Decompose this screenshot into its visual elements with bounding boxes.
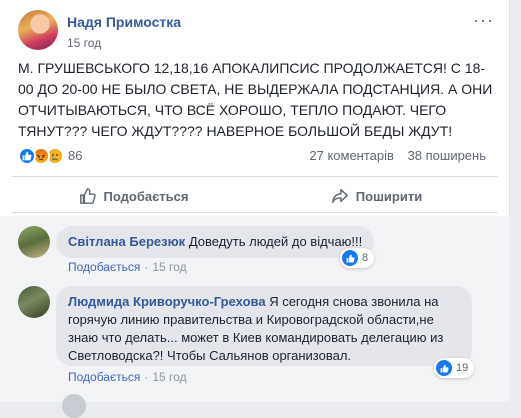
divider (12, 176, 498, 177)
comment-avatar[interactable] (18, 226, 50, 258)
comment-author[interactable]: Світлана Березюк (68, 234, 185, 249)
reactions-count[interactable]: 86 (68, 148, 82, 163)
comment-meta: Подобається · 15 год (68, 370, 187, 384)
more-options-icon[interactable]: ··· (473, 10, 494, 31)
post-card: Надя Примостка 15 год ··· М. ГРУШЕВСЬКОГ… (0, 0, 510, 418)
reply-avatar[interactable] (62, 394, 86, 418)
like-icon (342, 250, 358, 266)
comment-like-link[interactable]: Подобається (68, 370, 140, 384)
share-button-label: Поширити (355, 188, 423, 204)
author-avatar[interactable] (18, 10, 58, 50)
comment-like-link[interactable]: Подобається (68, 260, 140, 274)
post-time-text[interactable]: 15 год (67, 36, 101, 50)
post-time[interactable]: 15 год (67, 36, 101, 50)
author-name[interactable]: Надя Примостка (67, 14, 181, 30)
comment-likes[interactable]: 8 (340, 248, 375, 268)
comments-section: Світлана Березюк Доведуть людей до відча… (0, 216, 510, 418)
comment-author[interactable]: Людмида Криворучко-Грехова (68, 294, 266, 309)
comment-bubble: Людмида Криворучко-Грехова Я сегодня сно… (56, 286, 472, 366)
comment-likes-count: 19 (456, 362, 469, 374)
comment-likes[interactable]: 19 (434, 358, 475, 378)
like-button[interactable]: Подобається (12, 180, 255, 212)
reactions-bar: 86 27 коментарів 38 поширень (18, 146, 498, 168)
comments-count[interactable]: 27 коментарів (309, 148, 394, 163)
comment-time[interactable]: 15 год (152, 260, 186, 274)
comment-meta: Подобається · 15 год (68, 260, 187, 274)
divider (12, 212, 498, 213)
shares-count[interactable]: 38 поширень (408, 148, 486, 163)
thumbs-up-icon (79, 188, 96, 204)
post-actions: Подобається Поширити (12, 180, 498, 212)
comment-bubble: Світлана Березюк Доведуть людей до відча… (56, 226, 375, 258)
share-button[interactable]: Поширити (255, 180, 498, 212)
comment-time[interactable]: 15 год (152, 370, 186, 384)
post-header: Надя Примостка 15 год ··· (18, 10, 498, 50)
like-icon[interactable] (18, 147, 36, 165)
like-button-label: Подобається (103, 188, 189, 204)
post-stats: 27 коментарів 38 поширень (299, 148, 486, 163)
like-icon (436, 360, 452, 376)
share-icon (331, 188, 348, 204)
comment-avatar[interactable] (18, 286, 50, 318)
comment-text: Доведуть людей до відчаю!!! (188, 234, 363, 249)
post-text: М. ГРУШЕВСЬКОГО 12,18,16 АПОКАЛИПСИС ПРО… (18, 60, 493, 139)
comment-likes-count: 8 (362, 252, 369, 264)
